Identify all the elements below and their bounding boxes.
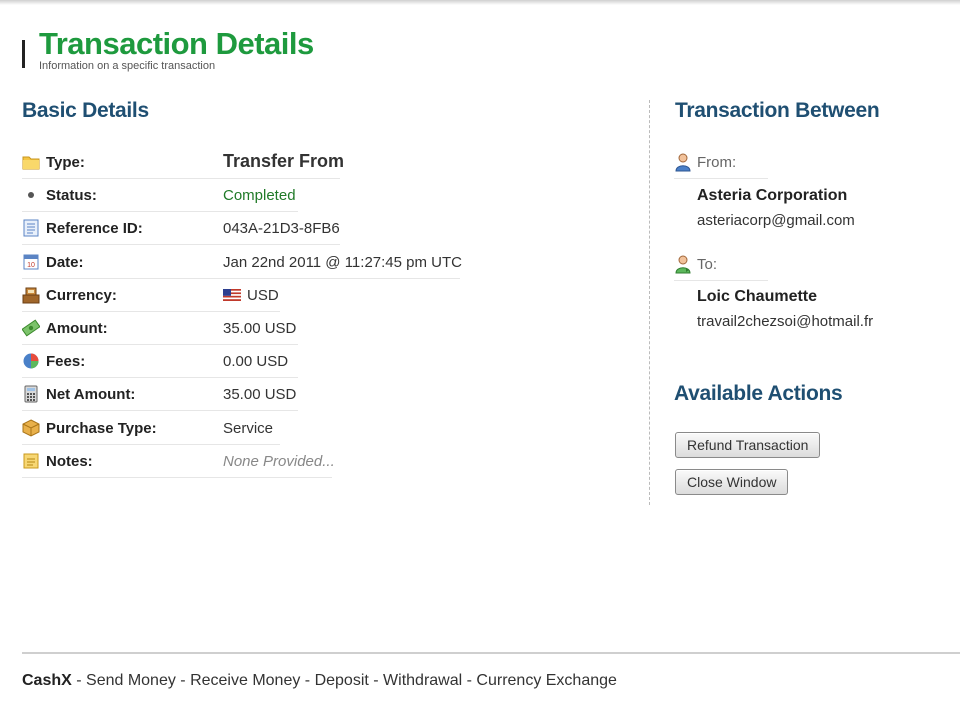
- detail-label: Status:: [46, 187, 97, 204]
- detail-value: 043A-21D3-8FB6: [223, 220, 340, 237]
- detail-label: Notes:: [46, 453, 93, 470]
- detail-label: Amount:: [46, 320, 108, 337]
- calendar-icon: 10: [23, 254, 39, 270]
- detail-row-reference-id: Reference ID: 043A-21D3-8FB6: [22, 212, 340, 245]
- document-icon: [23, 219, 39, 237]
- detail-label: Currency:: [46, 287, 117, 304]
- detail-value: Transfer From: [223, 151, 345, 171]
- to-email: travail2chezsoi@hotmail.fr: [697, 313, 874, 330]
- detail-row-amount: Amount: 35.00 USD: [22, 312, 298, 345]
- transaction-between-heading: Transaction Between: [675, 99, 880, 122]
- to-party-header: To:: [674, 252, 768, 281]
- footer-link-currency-exchange[interactable]: Currency Exchange: [476, 672, 617, 689]
- detail-label: Reference ID:: [46, 220, 143, 237]
- folder-icon: [22, 156, 40, 170]
- footer-link-deposit[interactable]: Deposit: [315, 672, 369, 689]
- footer-separator: -: [300, 672, 315, 689]
- detail-value: Service: [223, 420, 274, 437]
- footer-separator: -: [462, 672, 477, 689]
- pie-chart-icon: [23, 353, 39, 369]
- detail-value: 0.00 USD: [223, 353, 289, 370]
- svg-text:10: 10: [27, 262, 35, 269]
- detail-row-currency: Currency: USD: [22, 279, 280, 312]
- detail-row-net-amount: Net Amount: 35.00 USD: [22, 378, 298, 411]
- user-icon: [675, 153, 691, 172]
- calculator-icon: [24, 385, 38, 403]
- detail-value: 35.00 USD: [223, 320, 297, 337]
- detail-row-purchase-type: Purchase Type: Service: [22, 412, 280, 445]
- detail-value: 35.00 USD: [223, 386, 297, 403]
- from-email: asteriacorp@gmail.com: [697, 212, 855, 229]
- detail-value: None Provided...: [223, 453, 335, 470]
- top-shadow-bar: [0, 0, 960, 5]
- detail-row-date: 10 Date: Jan 22nd 2011 @ 11:27:45 pm UTC: [22, 246, 462, 279]
- bullet-icon: [28, 192, 34, 198]
- column-divider: [649, 100, 650, 505]
- footer-link-receive-money[interactable]: Receive Money: [190, 672, 300, 689]
- currency-code: USD: [247, 287, 279, 304]
- detail-value: Completed: [223, 187, 296, 204]
- footer-nav: CashX - Send Money - Receive Money - Dep…: [22, 672, 617, 690]
- header-accent-bar: [22, 40, 25, 68]
- user-green-icon: [675, 255, 691, 274]
- footer-divider: [22, 652, 960, 654]
- detail-label: Purchase Type:: [46, 420, 157, 437]
- package-icon: [22, 419, 40, 437]
- page-title: Transaction Details: [39, 26, 314, 61]
- money-icon: [22, 319, 40, 337]
- from-label: From:: [697, 154, 737, 171]
- cash-register-icon: [22, 287, 40, 304]
- note-icon: [23, 453, 39, 469]
- detail-label: Net Amount:: [46, 386, 136, 403]
- detail-label: Date:: [46, 254, 84, 271]
- detail-row-type: Type: Transfer From: [22, 146, 344, 179]
- detail-label: Fees:: [46, 353, 86, 370]
- available-actions-heading: Available Actions: [674, 382, 843, 405]
- footer-separator: -: [175, 672, 191, 689]
- from-party-header: From:: [674, 150, 768, 179]
- detail-row-notes: Notes: None Provided...: [22, 445, 335, 478]
- us-flag-icon: [223, 289, 241, 301]
- to-label: To:: [697, 256, 718, 273]
- detail-label: Type:: [46, 154, 85, 171]
- detail-row-status: Status: Completed: [22, 179, 298, 212]
- from-name: Asteria Corporation: [697, 187, 848, 204]
- footer-link-send-money[interactable]: Send Money: [86, 672, 176, 689]
- to-name: Loic Chaumette: [697, 288, 818, 305]
- refund-transaction-button[interactable]: Refund Transaction: [675, 432, 821, 458]
- footer-brand[interactable]: CashX: [22, 672, 72, 689]
- footer-separator: -: [368, 672, 384, 689]
- basic-details-heading: Basic Details: [22, 99, 149, 122]
- footer-link-withdrawal[interactable]: Withdrawal: [383, 672, 462, 689]
- page-subtitle: Information on a specific transaction: [39, 60, 216, 72]
- detail-value: USD: [223, 287, 279, 304]
- detail-value: Jan 22nd 2011 @ 11:27:45 pm UTC: [223, 254, 462, 271]
- footer-separator: -: [71, 672, 87, 689]
- detail-row-fees: Fees: 0.00 USD: [22, 345, 298, 378]
- close-window-button[interactable]: Close Window: [675, 469, 789, 495]
